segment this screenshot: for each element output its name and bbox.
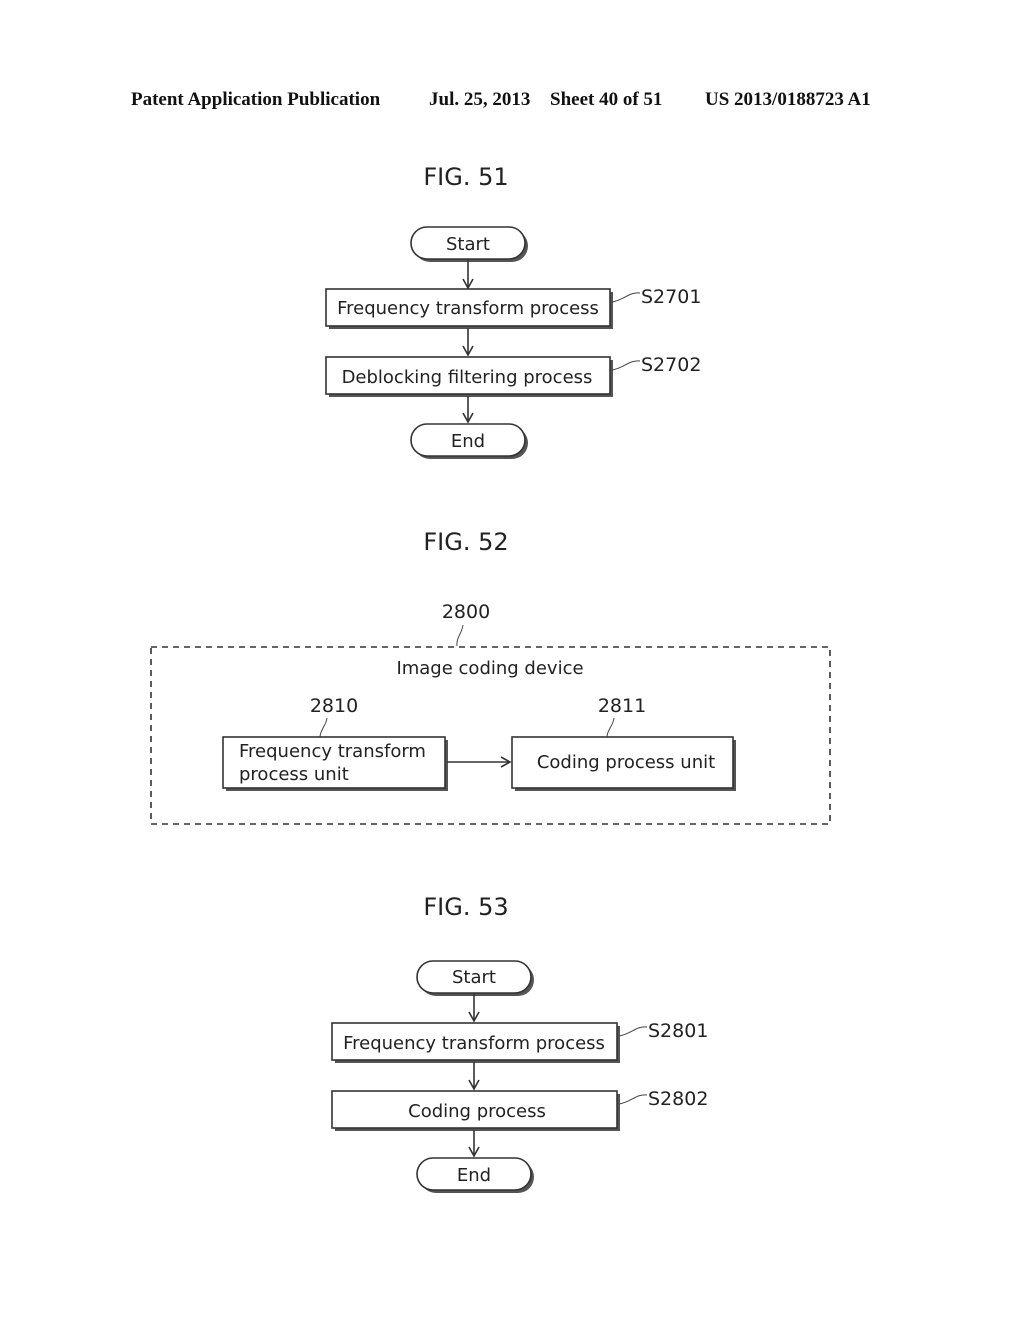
fig-53-end-label: End — [457, 1165, 491, 1186]
fig-53-step-1-label: Frequency transform process — [343, 1033, 605, 1054]
unit-2811-leader — [606, 717, 615, 738]
unit-2810-label-line-2: process unit — [239, 764, 349, 785]
fig-53-step-2-ref: S2802 — [648, 1088, 708, 1110]
fig-51-step-1: Frequency transform process S2701 — [325, 286, 701, 329]
fig-52: FIG. 52 2800 Image coding device 2810 Fr… — [150, 528, 831, 825]
fig-53-title: FIG. 53 — [423, 893, 508, 921]
unit-2810-leader — [319, 717, 328, 738]
fig-51-step-1-label: Frequency transform process — [337, 298, 599, 319]
fig-52-device-ref: 2800 — [442, 601, 490, 623]
fig-53-step-2-label: Coding process — [408, 1101, 546, 1122]
fig-53-end-terminal: End — [416, 1157, 534, 1193]
fig-52-title: FIG. 52 — [423, 528, 508, 556]
unit-2811-ref: 2811 — [598, 695, 646, 717]
fig-53-step-1-leader — [618, 1026, 648, 1037]
fig-51-step-1-ref: S2701 — [641, 286, 701, 308]
unit-2810-label-line-1: Frequency transform — [239, 741, 426, 762]
unit-2811-label: Coding process unit — [537, 752, 715, 773]
fig-53-step-2: Coding process S2802 — [331, 1088, 708, 1131]
patent-figures: FIG. 51 Start Frequency transform proces… — [150, 163, 831, 1193]
fig-51-step-2: Deblocking filtering process S2702 — [325, 354, 701, 397]
fig-51-step-2-label: Deblocking filtering process — [342, 367, 593, 388]
fig-53-start-label: Start — [452, 967, 496, 988]
fig-51-title: FIG. 51 — [423, 163, 508, 191]
fig-51: FIG. 51 Start Frequency transform proces… — [325, 163, 701, 459]
fig-53-step-1: Frequency transform process S2801 — [331, 1020, 708, 1063]
frequency-transform-process-unit: 2810 Frequency transform process unit — [222, 695, 448, 791]
fig-53-step-2-leader — [618, 1094, 648, 1105]
fig-53-start-terminal: Start — [416, 960, 534, 996]
coding-process-unit: 2811 Coding process unit — [511, 695, 736, 791]
fig-51-end-terminal: End — [410, 423, 528, 459]
fig-53-step-1-ref: S2801 — [648, 1020, 708, 1042]
fig-53: FIG. 53 Start Frequency transform proces… — [331, 893, 708, 1193]
fig-51-start-terminal: Start — [410, 226, 528, 262]
unit-2810-ref: 2810 — [310, 695, 358, 717]
fig-51-end-label: End — [451, 431, 485, 452]
fig-51-step-1-leader — [611, 292, 641, 303]
fig-51-start-label: Start — [446, 234, 490, 255]
fig-51-step-2-leader — [611, 360, 641, 371]
image-coding-device-label: Image coding device — [396, 658, 583, 679]
fig-51-step-2-ref: S2702 — [641, 354, 701, 376]
fig-52-device-leader — [456, 624, 464, 647]
